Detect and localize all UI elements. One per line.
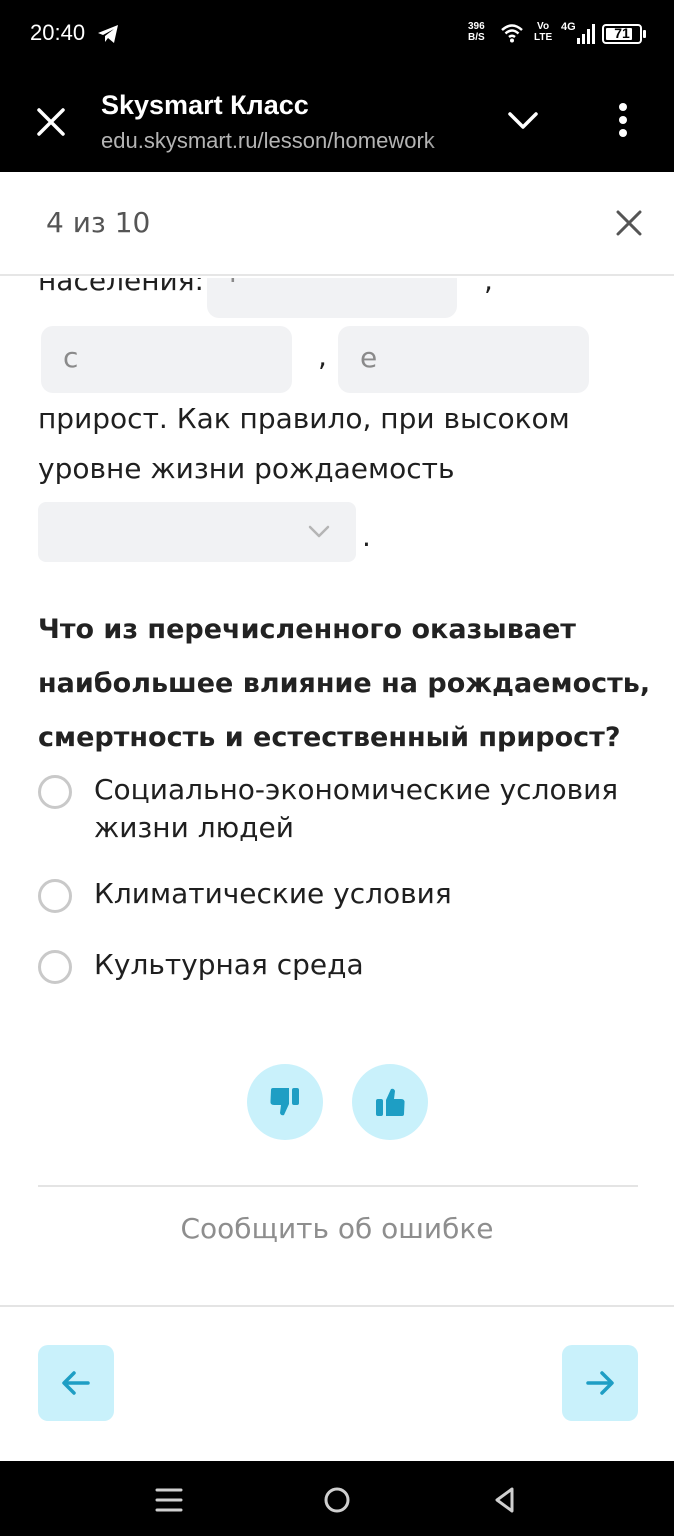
lesson-header: 4 из 10 [0, 172, 674, 276]
radio-button[interactable] [38, 950, 72, 984]
progress-counter: 4 из 10 [46, 206, 151, 239]
exercise-text: прирост. Как правило, при высоком [38, 402, 570, 435]
battery-level: 71 [614, 25, 630, 41]
browser-header: Skysmart Класс edu.skysmart.ru/lesson/ho… [0, 70, 674, 172]
battery-icon: 71 [602, 24, 642, 44]
home-icon[interactable] [322, 1485, 352, 1515]
network-speed-value: 396 [468, 21, 485, 32]
thumbs-up-icon [376, 1088, 405, 1116]
answer-field-2[interactable]: с [41, 326, 292, 393]
like-button[interactable] [352, 1064, 428, 1140]
network-type: 4G [561, 21, 576, 33]
comma: , [318, 340, 327, 373]
question-text-line: Что из перечисленного оказывает [38, 614, 576, 645]
previous-button[interactable] [38, 1345, 114, 1421]
radio-button[interactable] [38, 879, 72, 913]
answer-field-3-placeholder: е [360, 341, 378, 374]
telegram-icon [98, 25, 118, 43]
arrow-right-icon [586, 1371, 614, 1395]
status-time: 20:40 [30, 20, 86, 45]
back-icon[interactable] [490, 1485, 520, 1515]
comma: , [484, 278, 493, 297]
radio-button[interactable] [38, 775, 72, 809]
period: . [362, 520, 371, 553]
divider [38, 1185, 638, 1187]
chevron-down-icon [308, 525, 330, 538]
arrow-left-icon [62, 1371, 90, 1395]
close-tab-icon[interactable] [36, 107, 66, 137]
question-text-line: наибольшее влияние на рождаемость, [38, 668, 651, 699]
answer-field-3[interactable]: е [338, 326, 589, 393]
more-options-icon[interactable] [612, 102, 634, 138]
next-button[interactable] [562, 1345, 638, 1421]
report-error-link[interactable]: Сообщить об ошибке [0, 1212, 674, 1245]
chevron-down-icon[interactable] [506, 108, 540, 134]
browser-title: Skysmart Класс [101, 90, 309, 120]
divider [0, 1305, 674, 1307]
exercise-content: населения: р , с , е прирост. Как правил… [0, 278, 674, 1178]
answer-option-label[interactable]: Социально-экономические условия жизни лю… [94, 771, 634, 847]
volte-indicator: Vo LTE [534, 21, 552, 43]
answer-field-1[interactable]: р [207, 278, 457, 318]
answer-dropdown[interactable] [38, 502, 356, 562]
answer-field-2-placeholder: с [63, 341, 79, 374]
answer-option-label[interactable]: Культурная среда [94, 946, 634, 984]
question-text-line: смертность и естественный прирост? [38, 722, 621, 753]
exercise-text: населения: [38, 278, 204, 297]
volte-bottom: LTE [534, 32, 553, 43]
signal-icon [577, 24, 595, 44]
browser-url[interactable]: edu.skysmart.ru/lesson/homework [101, 128, 471, 154]
network-speed: 396 B/S [468, 21, 485, 43]
exercise-text: уровне жизни рождаемость [38, 452, 455, 485]
wifi-icon [501, 24, 523, 43]
status-bar: 20:40 396 B/S Vo LTE 4G 71 [0, 0, 674, 70]
network-speed-unit: B/S [468, 32, 485, 43]
recent-apps-icon[interactable] [154, 1485, 184, 1515]
volte-top: Vo [537, 21, 550, 32]
dislike-button[interactable] [247, 1064, 323, 1140]
thumbs-down-icon [270, 1088, 299, 1116]
answer-option-label[interactable]: Климатические условия [94, 875, 634, 913]
close-icon[interactable] [616, 210, 642, 236]
answer-field-1-placeholder: р [229, 278, 247, 283]
system-navigation-bar [0, 1461, 674, 1536]
